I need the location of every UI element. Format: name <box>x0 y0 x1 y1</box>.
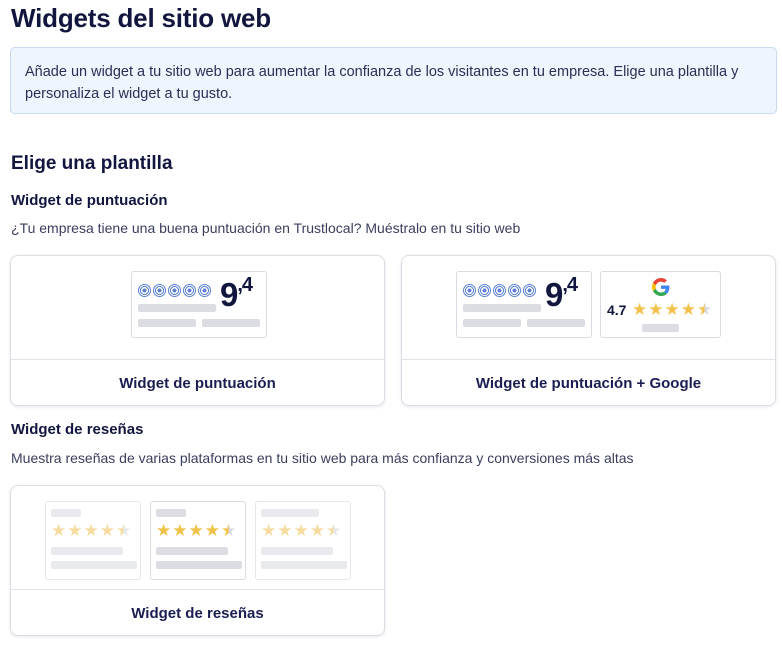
placeholder-line <box>261 561 347 569</box>
placeholder-line <box>642 324 679 332</box>
rating-google-widget-card[interactable]: 9,4 4.7 ★ ★ ★ ★ ★ Widget de puntuación + Goo… <box>401 255 776 406</box>
google-rating-box: 4.7 ★ ★ ★ ★ ★ <box>600 271 721 338</box>
placeholder-line <box>138 304 216 312</box>
review-widget-heading: Widget de reseñas <box>11 421 144 438</box>
placeholder-line <box>202 319 260 327</box>
placeholder-line <box>51 547 123 555</box>
google-logo-icon <box>652 278 670 296</box>
rating-score: 9,4 <box>220 274 253 313</box>
rating-preview-box: 9,4 <box>131 271 267 338</box>
trustlocal-logo-icon <box>463 284 536 297</box>
rating-widget-preview: 9,4 <box>11 256 384 360</box>
placeholder-line <box>261 547 333 555</box>
rating-widget-heading: Widget de puntuación <box>11 192 168 209</box>
star-icon: ★ <box>221 521 237 540</box>
info-banner: Añade un widget a tu sitio web para aume… <box>10 47 777 114</box>
placeholder-line <box>51 509 81 517</box>
review-preview-item: ★ ★ ★ ★ ★ <box>150 501 246 580</box>
star-icon: ★ <box>309 521 325 540</box>
review-widget-label: Widget de reseñas <box>131 604 264 622</box>
placeholder-line <box>463 304 541 312</box>
star-icon: ★ <box>664 300 680 319</box>
star-icon: ★ <box>172 521 188 540</box>
placeholder-line <box>463 319 521 327</box>
star-icon: ★ <box>277 521 293 540</box>
placeholder-line <box>156 509 186 517</box>
placeholder-line <box>527 319 585 327</box>
rating-score: 9,4 <box>545 274 578 313</box>
review-preview-item: ★ ★ ★ ★ ★ <box>45 501 141 580</box>
google-rating-value: 4.7 <box>607 302 627 318</box>
rating-widget-card[interactable]: 9,4 Widget de puntuación <box>10 255 385 406</box>
star-icon: ★ <box>648 300 664 319</box>
review-widget-preview: ★ ★ ★ ★ ★ ★ ★ ★ ★ ★ ★ ★ ★ ★ ★ <box>11 486 384 590</box>
rating-google-widget-preview: 9,4 4.7 ★ ★ ★ ★ ★ <box>402 256 775 360</box>
review-widget-description: Muestra reseñas de varias plataformas en… <box>11 450 634 466</box>
star-icon: ★ <box>188 521 204 540</box>
star-icon: ★ <box>67 521 83 540</box>
trustlocal-logo-icon <box>138 284 211 297</box>
placeholder-line <box>51 561 137 569</box>
star-icon: ★ <box>632 300 648 319</box>
placeholder-line <box>156 561 242 569</box>
rating-widget-label: Widget de puntuación <box>119 374 276 392</box>
star-icon: ★ <box>326 521 342 540</box>
star-icon: ★ <box>116 521 132 540</box>
placeholder-line <box>261 509 319 517</box>
star-icon: ★ <box>680 300 696 319</box>
star-rating: ★ ★ ★ ★ ★ <box>261 522 341 539</box>
rating-google-widget-label: Widget de puntuación + Google <box>475 374 702 392</box>
rating-widget-description: ¿Tu empresa tiene una buena puntuación e… <box>11 220 521 236</box>
rating-preview-box: 9,4 <box>456 271 592 338</box>
star-icon: ★ <box>99 521 115 540</box>
star-icon: ★ <box>83 521 99 540</box>
placeholder-line <box>156 547 228 555</box>
star-rating: ★ ★ ★ ★ ★ <box>632 301 712 318</box>
review-widget-card[interactable]: ★ ★ ★ ★ ★ ★ ★ ★ ★ ★ ★ ★ ★ ★ ★ Widget de reseñas <box>10 485 385 636</box>
page-title: Widgets del sitio web <box>11 3 271 33</box>
star-icon: ★ <box>261 521 277 540</box>
star-icon: ★ <box>51 521 67 540</box>
star-rating: ★ ★ ★ ★ ★ <box>51 522 131 539</box>
review-preview-item: ★ ★ ★ ★ ★ <box>255 501 351 580</box>
star-icon: ★ <box>293 521 309 540</box>
star-icon: ★ <box>204 521 220 540</box>
choose-template-heading: Elige una plantilla <box>11 153 173 174</box>
star-icon: ★ <box>697 300 713 319</box>
star-icon: ★ <box>156 521 172 540</box>
placeholder-line <box>138 319 196 327</box>
star-rating: ★ ★ ★ ★ ★ <box>156 522 236 539</box>
